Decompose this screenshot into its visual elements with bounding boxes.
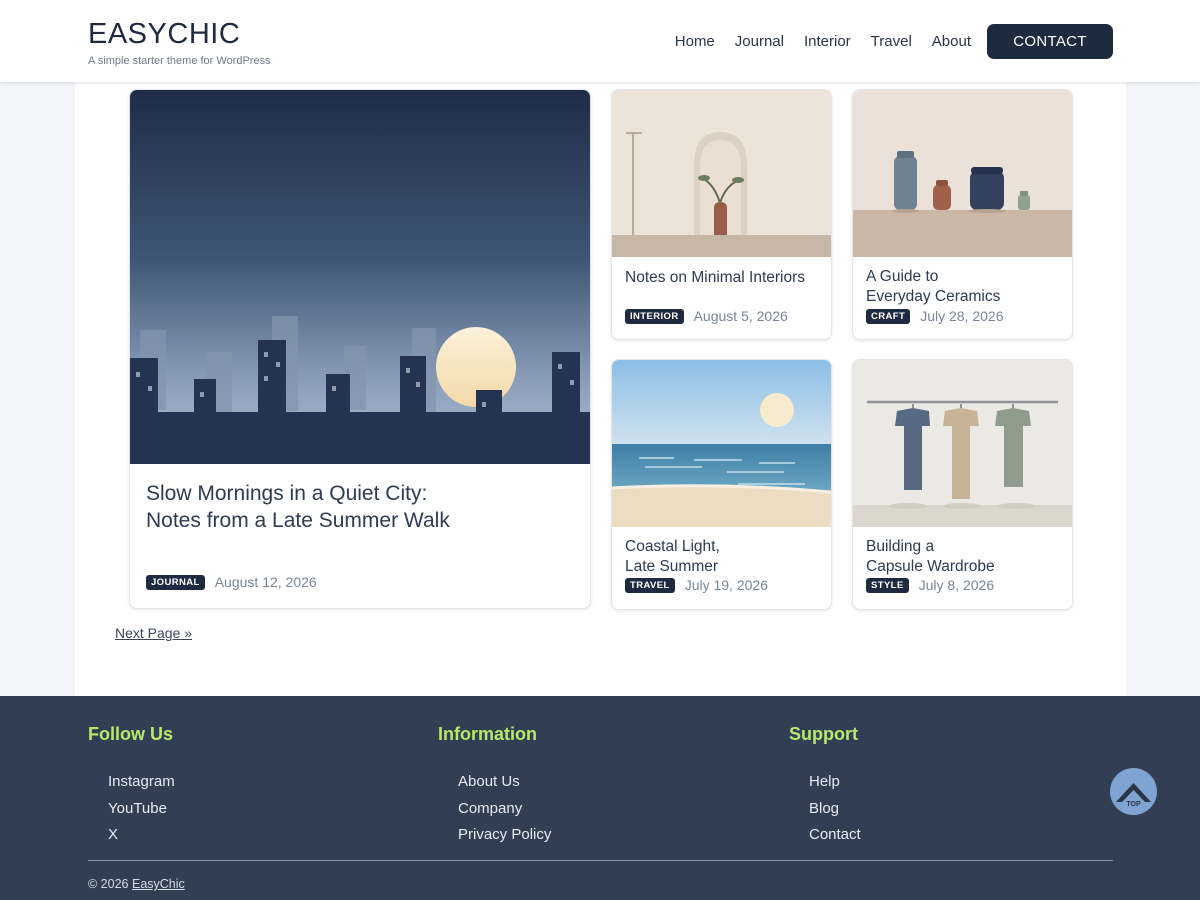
post-title-line[interactable]: Everyday Ceramics — [866, 288, 1000, 305]
post-title-line[interactable]: Building a — [866, 538, 934, 555]
category-badge[interactable]: CRAFT — [866, 308, 911, 324]
post-title-line[interactable]: Notes on Minimal Interiors — [625, 269, 805, 286]
post-card[interactable]: A Guide to Everyday Ceramics CRAFT July … — [852, 89, 1073, 340]
post-card[interactable]: Notes on Minimal Interiors INTERIOR Augu… — [611, 89, 832, 340]
post-title-line[interactable]: Coastal Light, — [625, 538, 720, 555]
footer-link-instagram[interactable]: Instagram — [108, 769, 175, 796]
post-title-line[interactable]: Notes from a Late Summer Walk — [146, 509, 450, 532]
post-title-line[interactable]: Capsule Wardrobe — [866, 558, 995, 575]
post-title-line[interactable]: Slow Mornings in a Quiet City: — [146, 482, 427, 505]
back-to-top-label: TOP — [1126, 801, 1141, 808]
footer-link-blog[interactable]: Blog — [809, 796, 861, 823]
main-nav: Home Journal Interior Travel About CONTA… — [675, 24, 1113, 59]
post-title-line[interactable]: A Guide to — [866, 268, 938, 285]
footer-heading: Information — [438, 724, 537, 744]
post-title-line[interactable]: Late Summer — [625, 558, 718, 575]
post-title[interactable]: A Guide to Everyday Ceramics — [866, 267, 1000, 308]
post-meta: JOURNAL August 12, 2026 — [146, 574, 317, 590]
post-title[interactable]: Building a Capsule Wardrobe — [866, 537, 995, 578]
shirts-on-rack-illustration[interactable] — [853, 360, 1072, 527]
footer-link-youtube[interactable]: YouTube — [108, 796, 175, 823]
footer-link-contact[interactable]: Contact — [809, 822, 861, 849]
post-card[interactable]: Coastal Light, Late Summer TRAVEL July 1… — [611, 359, 832, 610]
footer-link-company[interactable]: Company — [458, 796, 551, 823]
category-badge[interactable]: JOURNAL — [146, 574, 205, 590]
footer-column-support: Support Help Blog Contact — [789, 724, 861, 849]
post-date: July 28, 2026 — [920, 308, 1004, 324]
site-title-link[interactable]: EASYCHIC — [88, 18, 271, 51]
post-card-featured[interactable]: Slow Mornings in a Quiet City: Notes fro… — [129, 89, 591, 609]
copyright-text: © 2026 — [88, 877, 129, 891]
post-date: August 5, 2026 — [693, 308, 788, 324]
next-page-link[interactable]: Next Page » — [115, 625, 192, 641]
category-badge[interactable]: STYLE — [866, 577, 909, 593]
footer-heading: Support — [789, 724, 858, 744]
brand: EASYCHIC A simple starter theme for Word… — [88, 18, 271, 67]
post-title[interactable]: Coastal Light, Late Summer — [625, 537, 720, 578]
site-header: EASYCHIC A simple starter theme for Word… — [0, 0, 1200, 82]
post-title[interactable]: Slow Mornings in a Quiet City: Notes fro… — [146, 480, 450, 535]
back-to-top-button[interactable]: TOP — [1110, 768, 1157, 815]
post-grid-area: Slow Mornings in a Quiet City: Notes fro… — [75, 82, 1126, 696]
nav-item-about[interactable]: About — [932, 33, 971, 50]
nav-item-journal[interactable]: Journal — [735, 33, 784, 50]
footer-link-about-us[interactable]: About Us — [458, 769, 551, 796]
post-meta: STYLE July 8, 2026 — [866, 577, 994, 593]
copyright: © 2026 EasyChic — [88, 877, 185, 891]
post-date: July 8, 2026 — [918, 577, 995, 593]
contact-button[interactable]: CONTACT — [987, 24, 1113, 59]
ceramic-vessels-illustration[interactable] — [853, 90, 1072, 257]
beach-sea-illustration[interactable] — [612, 360, 831, 527]
post-meta: INTERIOR August 5, 2026 — [625, 308, 788, 324]
footer-link-x[interactable]: X — [108, 822, 175, 849]
footer-divider — [88, 860, 1113, 861]
post-date: July 19, 2026 — [684, 577, 768, 593]
footer-column-follow: Follow Us Instagram YouTube X — [88, 724, 175, 849]
category-badge[interactable]: INTERIOR — [625, 308, 684, 324]
nav-item-interior[interactable]: Interior — [804, 33, 851, 50]
city-skyline-sunset-illustration[interactable] — [130, 90, 590, 464]
post-meta: TRAVEL July 19, 2026 — [625, 577, 768, 593]
post-card[interactable]: Building a Capsule Wardrobe STYLE July 8… — [852, 359, 1073, 610]
nav-item-home[interactable]: Home — [675, 33, 715, 50]
footer-link-privacy-policy[interactable]: Privacy Policy — [458, 822, 551, 849]
post-date: August 12, 2026 — [214, 574, 317, 590]
post-meta: CRAFT July 28, 2026 — [866, 308, 1004, 324]
site-footer: Follow Us Instagram YouTube X Informatio… — [0, 696, 1200, 900]
site-tagline: A simple starter theme for WordPress — [88, 55, 271, 67]
arched-niche-vase-illustration[interactable] — [612, 90, 831, 257]
footer-link-help[interactable]: Help — [809, 769, 861, 796]
category-badge[interactable]: TRAVEL — [625, 577, 675, 593]
footer-heading: Follow Us — [88, 724, 173, 744]
copyright-site-link[interactable]: EasyChic — [132, 877, 185, 891]
post-title[interactable]: Notes on Minimal Interiors — [625, 268, 805, 288]
footer-column-information: Information About Us Company Privacy Pol… — [438, 724, 551, 849]
nav-item-travel[interactable]: Travel — [871, 33, 912, 50]
